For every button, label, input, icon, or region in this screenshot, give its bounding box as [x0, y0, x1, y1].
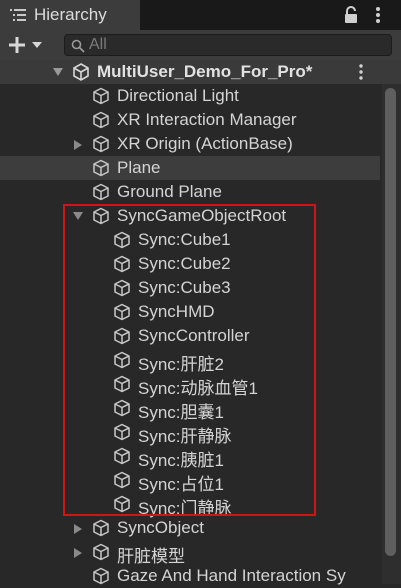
item-label: SyncObject [117, 518, 204, 537]
list-item[interactable]: Sync:Cube3 [0, 276, 380, 300]
item-label: Sync:Cube3 [138, 278, 231, 297]
item-label: Ground Plane [117, 182, 222, 201]
list-item[interactable]: XR Interaction Manager [0, 108, 380, 132]
cube-icon [93, 135, 109, 153]
list-icon [10, 9, 26, 21]
cube-icon [93, 519, 109, 537]
item-label: Directional Light [117, 86, 239, 105]
list-item[interactable]: Ground Plane [0, 180, 380, 204]
list-item[interactable]: Sync:肝脏2 [0, 348, 380, 374]
item-label: XR Origin (ActionBase) [117, 134, 293, 153]
item-label: Sync:Cube1 [138, 230, 231, 249]
search-input[interactable] [89, 35, 379, 55]
cube-icon [114, 303, 130, 321]
fold-arrow-icon[interactable] [74, 548, 82, 558]
cube-icon [114, 231, 130, 249]
cube-icon [114, 447, 130, 465]
hierarchy-panel: Hierarchy MultiUser_Demo [0, 0, 401, 585]
more-vert-icon[interactable] [374, 6, 382, 24]
scene-name: MultiUser_Demo_For_Pro* [97, 62, 313, 81]
fold-arrow-icon[interactable] [74, 140, 82, 150]
list-item[interactable]: Sync:Cube2 [0, 252, 380, 276]
list-item[interactable]: Sync:Cube1 [0, 228, 380, 252]
cube-icon [93, 159, 109, 177]
list-item[interactable]: Sync:占位1 [0, 468, 380, 494]
search-icon [71, 39, 85, 53]
cube-icon [114, 351, 130, 369]
list-item[interactable]: Directional Light [0, 84, 380, 108]
scene-row[interactable]: MultiUser_Demo_For_Pro* [0, 60, 401, 84]
item-label: Plane [117, 158, 161, 177]
hierarchy-toolbar [0, 30, 401, 60]
list-item[interactable]: Sync:动脉血管1 [0, 372, 380, 398]
list-item[interactable]: SyncController [0, 324, 380, 348]
scrollbar-thumb[interactable] [385, 88, 396, 556]
cube-icon [114, 255, 130, 273]
plus-icon[interactable] [8, 36, 26, 54]
cube-icon [114, 279, 130, 297]
cube-icon [93, 111, 109, 129]
item-label: Gaze And Hand Interaction Sy [117, 566, 346, 585]
list-item[interactable]: 肝脏模型 [0, 540, 380, 566]
fold-arrow-icon[interactable] [53, 68, 63, 76]
list-item[interactable]: Gaze And Hand Interaction Sy [0, 564, 380, 588]
cube-icon [93, 207, 109, 225]
list-item[interactable]: XR Origin (ActionBase) [0, 132, 380, 156]
search-field[interactable] [64, 34, 392, 56]
scene-menu-icon[interactable] [358, 64, 364, 80]
tab-bar: Hierarchy [0, 0, 401, 30]
cube-icon [114, 471, 130, 489]
cube-icon [114, 375, 130, 393]
cube-icon [93, 543, 109, 561]
lock-icon[interactable] [343, 6, 359, 24]
cube-icon [93, 183, 109, 201]
item-label: Sync:Cube2 [138, 254, 231, 273]
chevron-down-icon[interactable] [32, 42, 42, 48]
cube-icon [114, 495, 130, 513]
unity-scene-icon [73, 63, 89, 81]
cube-icon [93, 87, 109, 105]
item-label: XR Interaction Manager [117, 110, 297, 129]
list-item[interactable]: SyncObject [0, 516, 380, 540]
cube-icon [114, 399, 130, 417]
fold-arrow-icon[interactable] [74, 524, 82, 534]
cube-icon [114, 327, 130, 345]
list-item[interactable]: SyncGameObjectRoot [0, 204, 380, 228]
list-item[interactable]: Plane [0, 156, 380, 180]
list-item[interactable]: Sync:门静脉 [0, 492, 380, 518]
tab-title: Hierarchy [34, 5, 107, 24]
cube-icon [114, 423, 130, 441]
item-label: SyncHMD [138, 302, 215, 321]
item-label: SyncController [138, 326, 250, 345]
item-label: SyncGameObjectRoot [117, 206, 287, 225]
list-item[interactable]: SyncHMD [0, 300, 380, 324]
list-item[interactable]: Sync:胆囊1 [0, 396, 380, 422]
tab-hierarchy[interactable]: Hierarchy [0, 0, 140, 30]
cube-icon [93, 567, 109, 585]
fold-arrow-icon[interactable] [73, 212, 83, 220]
list-item[interactable]: Sync:肝静脉 [0, 420, 380, 446]
list-item[interactable]: Sync:胰脏1 [0, 444, 380, 470]
